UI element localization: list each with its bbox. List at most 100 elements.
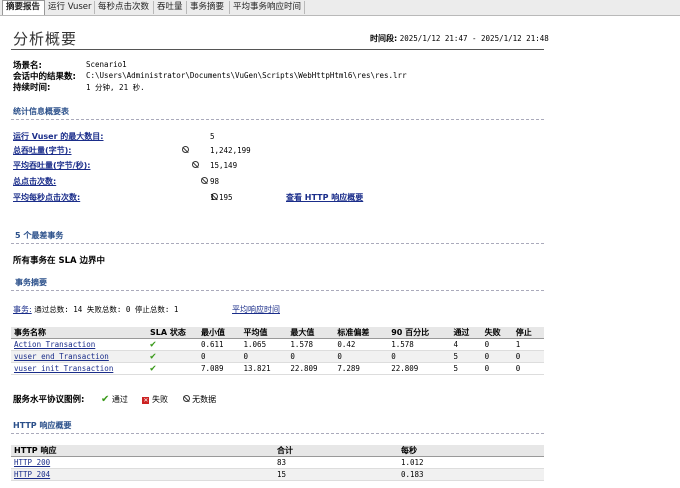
table-row: Action_Transaction ✔ 0.611 1.065 1.578 0… <box>11 338 544 351</box>
cell-pass: 4 <box>450 338 482 351</box>
no-data-icon <box>182 146 189 153</box>
check-icon: ✔ <box>150 351 157 362</box>
tab-transaction-summary[interactable]: 事务摘要 <box>187 1 230 14</box>
no-data-icon <box>182 395 190 402</box>
check-icon: ✔ <box>150 339 157 350</box>
tx-name-link[interactable]: vuser_end_Transaction <box>11 350 147 363</box>
col-http-response: HTTP 响应 <box>11 445 274 457</box>
col-stop: 停止 <box>512 327 544 339</box>
stat-avg-hits-link[interactable]: 平均每秒点击次数: <box>13 192 80 203</box>
period-label: 时间段: <box>370 34 398 43</box>
worst-heading: 5 个最差事务 <box>15 231 64 240</box>
cell-avg: 1.065 <box>240 338 288 351</box>
stat-avg-throughput-value: 15,149 <box>210 161 238 170</box>
stat-max-vusers-link[interactable]: 运行 Vuser 的最大数目: <box>13 131 104 142</box>
http-divider <box>11 433 544 434</box>
no-data-icon <box>201 177 209 184</box>
stat-avg-throughput-link[interactable]: 平均吞吐量(字节/秒): <box>13 160 90 171</box>
tab-summary-report[interactable]: 摘要报告 <box>2 0 45 15</box>
tab-throughput[interactable]: 吞吐量 <box>154 1 187 14</box>
col-http-total: 合计 <box>274 445 398 457</box>
cell-pass: 5 <box>450 350 482 363</box>
tx-name-link[interactable]: vuser_init_Transaction <box>11 362 147 375</box>
cell-std: 0.42 <box>334 338 389 351</box>
legend-fail: 失败 <box>151 395 168 404</box>
table-header-row: 事务名称 SLA 状态 最小值 平均值 最大值 标准偏差 90 百分比 通过 失… <box>11 327 544 339</box>
cell-per-sec: 0.183 <box>398 468 544 481</box>
fail-icon: ✕ <box>142 397 150 404</box>
period-value: 2025/1/12 21:47 - 2025/1/12 21:48 <box>399 34 549 43</box>
sla-legend: 服务水平协议图例: ✔ 通过 ✕ 失败 无数据 <box>13 393 216 405</box>
tab-bar: 摘要报告 运行 Vuser 每秒点击次数 吞吐量 事务摘要 平均事务响应时间 <box>0 0 680 16</box>
col-fail: 失败 <box>481 327 513 339</box>
sla-status: ✔ <box>147 350 198 363</box>
page-title: 分析概要 <box>13 30 78 48</box>
stat-total-throughput-link[interactable]: 总吞吐量(字节): <box>13 145 72 156</box>
cell-min: 0 <box>198 350 241 363</box>
cell-std: 7.289 <box>334 362 389 375</box>
tab-hits-per-second[interactable]: 每秒点击次数 <box>95 1 154 14</box>
cell-per-sec: 1.012 <box>398 456 544 469</box>
cell-total: 15 <box>274 468 398 481</box>
http-heading: HTTP 响应概要 <box>13 421 72 430</box>
duration-label: 持续时间: <box>13 83 51 93</box>
stats-heading: 统计信息概要表 <box>13 107 69 116</box>
cell-fail: 0 <box>481 338 513 351</box>
header-divider <box>11 49 544 50</box>
stat-total-hits-link[interactable]: 总点击次数: <box>13 176 56 187</box>
result-value: C:\Users\Administrator\Documents\VuGen\S… <box>86 71 407 80</box>
col-pass: 通过 <box>450 327 482 339</box>
tx-name-link[interactable]: Action_Transaction <box>11 338 147 351</box>
col-std: 标准偏差 <box>334 327 389 339</box>
col-http-per-sec: 每秒 <box>398 445 544 457</box>
scenario-value: Scenario1 <box>86 60 127 69</box>
legend-pass: 通过 <box>111 395 128 404</box>
table-row: vuser_end_Transaction ✔ 0 0 0 0 0 5 0 0 <box>11 350 544 363</box>
cell-min: 0.611 <box>198 338 241 351</box>
table-header-row: HTTP 响应 合计 每秒 <box>11 445 544 457</box>
col-p90: 90 百分比 <box>388 327 451 339</box>
cell-min: 7.089 <box>198 362 241 375</box>
stat-max-vusers-value: 5 <box>210 132 215 141</box>
cell-p90: 22.809 <box>388 362 451 375</box>
tx-summary-heading: 事务摘要 <box>15 278 47 287</box>
avg-response-time-link[interactable]: 平均响应时间 <box>232 304 280 315</box>
tx-line: 事务: 通过总数: 14 失败总数: 0 停止总数: 1 <box>13 304 178 315</box>
cell-total: 83 <box>274 456 398 469</box>
http-table: HTTP 响应 合计 每秒 HTTP_200 83 1.012 HTTP_204… <box>11 445 544 481</box>
check-icon: ✔ <box>150 363 157 374</box>
stat-total-hits-value: 98 <box>210 177 220 186</box>
table-row: HTTP_204 15 0.183 <box>11 468 544 481</box>
cell-fail: 0 <box>481 362 513 375</box>
stats-divider <box>11 119 544 120</box>
cell-stop: 1 <box>512 338 544 351</box>
table-row: vuser_init_Transaction ✔ 7.089 13.821 22… <box>11 362 544 375</box>
cell-max: 22.809 <box>287 362 335 375</box>
sla-status: ✔ <box>147 362 198 375</box>
col-tx-name: 事务名称 <box>11 327 147 339</box>
cell-pass: 5 <box>450 362 482 375</box>
cell-fail: 0 <box>481 350 513 363</box>
worst-divider <box>11 243 544 244</box>
col-sla: SLA 状态 <box>147 327 198 339</box>
cell-max: 1.578 <box>287 338 335 351</box>
sla-note: 所有事务在 SLA 边界中 <box>13 256 106 266</box>
stat-total-throughput-value: 1,242,199 <box>210 146 251 155</box>
col-max: 最大值 <box>287 327 335 339</box>
table-row: HTTP_200 83 1.012 <box>11 456 544 469</box>
http-code-link[interactable]: HTTP_200 <box>11 456 274 469</box>
sla-status: ✔ <box>147 338 198 351</box>
tab-avg-response-time[interactable]: 平均事务响应时间 <box>230 1 305 14</box>
cell-p90: 0 <box>388 350 451 363</box>
cell-std: 0 <box>334 350 389 363</box>
cell-stop: 0 <box>512 350 544 363</box>
tab-running-vusers[interactable]: 运行 Vuser <box>45 1 95 14</box>
tx-label-link[interactable]: 事务: <box>13 305 32 314</box>
cell-p90: 1.578 <box>388 338 451 351</box>
http-code-link[interactable]: HTTP_204 <box>11 468 274 481</box>
http-summary-link[interactable]: 查看 HTTP 响应概要 <box>286 192 363 203</box>
tx-summary-divider <box>11 290 544 291</box>
cell-max: 0 <box>287 350 335 363</box>
no-data-icon <box>191 161 199 168</box>
col-avg: 平均值 <box>240 327 288 339</box>
